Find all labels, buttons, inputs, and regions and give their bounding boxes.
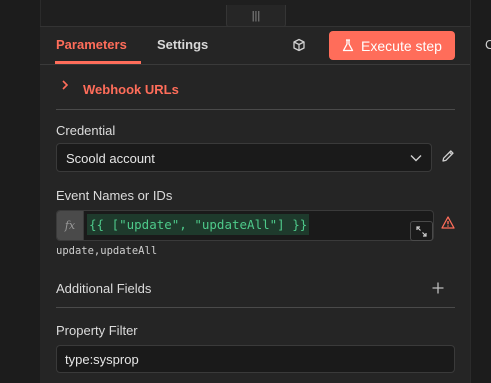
expand-expression-button[interactable] bbox=[410, 221, 433, 241]
property-filter-label: Property Filter bbox=[56, 323, 138, 338]
webhook-urls-section[interactable]: Webhook URLs bbox=[56, 73, 455, 110]
next-panel-edge: C bbox=[470, 0, 491, 383]
pencil-icon[interactable] bbox=[441, 149, 455, 163]
cube-icon[interactable] bbox=[292, 38, 306, 52]
plus-icon[interactable] bbox=[432, 282, 444, 294]
active-tab-indicator bbox=[55, 61, 141, 64]
fx-icon: fx bbox=[57, 211, 84, 240]
warning-icon bbox=[441, 216, 455, 229]
expand-icon bbox=[416, 225, 427, 237]
chevron-down-icon bbox=[410, 155, 422, 162]
expression-result-preview: update,updateAll bbox=[56, 245, 158, 257]
canvas-left-edge bbox=[0, 0, 41, 383]
credential-select-value: Scoold account bbox=[66, 151, 155, 166]
chevron-right-icon bbox=[62, 80, 69, 90]
panel-tabs-bar: Parameters Settings Execute step bbox=[40, 27, 470, 65]
tab-parameters[interactable]: Parameters bbox=[56, 37, 127, 52]
app-root: C ||| Parameters Settings Execute step W… bbox=[0, 0, 491, 383]
next-panel-peek-text: C bbox=[485, 37, 491, 52]
expression-text[interactable]: {{ ["update", "updateAll"] }} bbox=[87, 214, 310, 235]
drag-grip-icon: ||| bbox=[251, 10, 261, 22]
execute-step-button[interactable]: Execute step bbox=[329, 31, 455, 60]
additional-fields-section[interactable]: Additional Fields bbox=[56, 273, 455, 308]
additional-fields-label: Additional Fields bbox=[56, 281, 152, 296]
event-names-expression-input[interactable]: fx {{ ["update", "updateAll"] }} bbox=[56, 210, 434, 241]
credential-label: Credential bbox=[56, 123, 116, 138]
execute-step-label: Execute step bbox=[361, 37, 442, 54]
tab-settings[interactable]: Settings bbox=[157, 37, 208, 52]
webhook-urls-label: Webhook URLs bbox=[83, 82, 179, 97]
node-parameters-panel: Parameters Settings Execute step Webhook… bbox=[40, 26, 470, 383]
event-names-label: Event Names or IDs bbox=[56, 188, 173, 203]
property-filter-input[interactable] bbox=[56, 345, 455, 373]
flask-icon bbox=[342, 39, 354, 52]
panel-drag-handle[interactable]: ||| bbox=[226, 5, 286, 28]
credential-select[interactable]: Scoold account bbox=[56, 143, 432, 172]
